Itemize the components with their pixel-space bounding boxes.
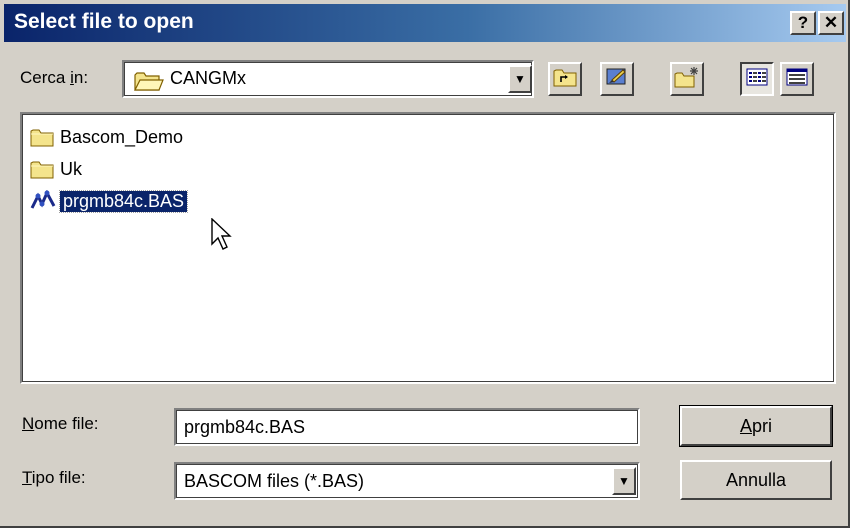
file-type-label-accel: T: [22, 468, 32, 487]
folder-icon: [30, 158, 56, 180]
up-one-level-icon: [553, 67, 577, 92]
open-label-rest: pri: [752, 415, 773, 436]
file-name-input[interactable]: [174, 408, 640, 446]
file-type-label-rest: ipo file:: [31, 468, 86, 487]
mouse-pointer-icon: [211, 217, 235, 257]
look-in-label-prefix: Cerca: [20, 68, 71, 87]
desktop-icon: [605, 66, 629, 93]
new-folder-button[interactable]: [670, 62, 704, 96]
file-name-label: Uk: [60, 158, 82, 179]
look-in-dropdown-button[interactable]: ▼: [508, 65, 532, 93]
cancel-button[interactable]: Annulla: [680, 460, 832, 500]
close-icon: ✕: [823, 13, 839, 32]
dialog-title: Select file to open: [14, 10, 194, 33]
list-item[interactable]: Uk: [30, 156, 82, 182]
cancel-label: Annulla: [725, 469, 787, 490]
new-folder-icon: [674, 66, 700, 93]
file-list[interactable]: Bascom_Demo Uk prgmb84c.BAS: [20, 112, 836, 384]
list-view-icon: [746, 68, 768, 91]
details-view-icon: [786, 68, 808, 91]
chevron-down-icon: ▼: [514, 72, 526, 86]
bas-file-icon: [30, 190, 56, 212]
chevron-down-icon: ▼: [618, 474, 630, 488]
open-button[interactable]: Apri: [679, 405, 833, 447]
file-name-field-label: Nome file:: [22, 414, 99, 434]
desktop-button[interactable]: [600, 62, 634, 96]
file-type-dropdown-button[interactable]: ▼: [612, 467, 636, 495]
file-type-value: BASCOM files (*.BAS): [184, 471, 365, 491]
list-item[interactable]: Bascom_Demo: [30, 124, 183, 150]
open-file-dialog: Select file to open ? ✕ Cerca in: CANGMx…: [0, 0, 850, 528]
help-button[interactable]: ?: [790, 11, 816, 35]
file-name-label: Bascom_Demo: [60, 126, 184, 147]
open-folder-icon: [134, 71, 164, 96]
close-button[interactable]: ✕: [818, 11, 844, 35]
file-type-field-label: Tipo file:: [22, 468, 86, 488]
title-bar[interactable]: Select file to open ? ✕: [4, 4, 846, 42]
look-in-value: CANGMx: [170, 68, 246, 88]
up-one-level-button[interactable]: [548, 62, 582, 96]
file-name-label-rest: ome file:: [34, 414, 99, 433]
list-view-button[interactable]: [740, 62, 774, 96]
look-in-label: Cerca in:: [20, 68, 88, 88]
details-view-button[interactable]: [780, 62, 814, 96]
look-in-select[interactable]: CANGMx ▼: [122, 60, 534, 98]
look-in-label-suffix: n:: [73, 68, 89, 87]
help-icon: ?: [797, 13, 809, 32]
file-name-label: prgmb84c.BAS: [58, 189, 189, 213]
open-label-accel: A: [739, 415, 752, 436]
file-type-select[interactable]: BASCOM files (*.BAS) ▼: [174, 462, 640, 500]
file-name-label-accel: N: [22, 414, 35, 433]
list-item[interactable]: prgmb84c.BAS: [30, 188, 189, 214]
folder-icon: [30, 126, 56, 148]
